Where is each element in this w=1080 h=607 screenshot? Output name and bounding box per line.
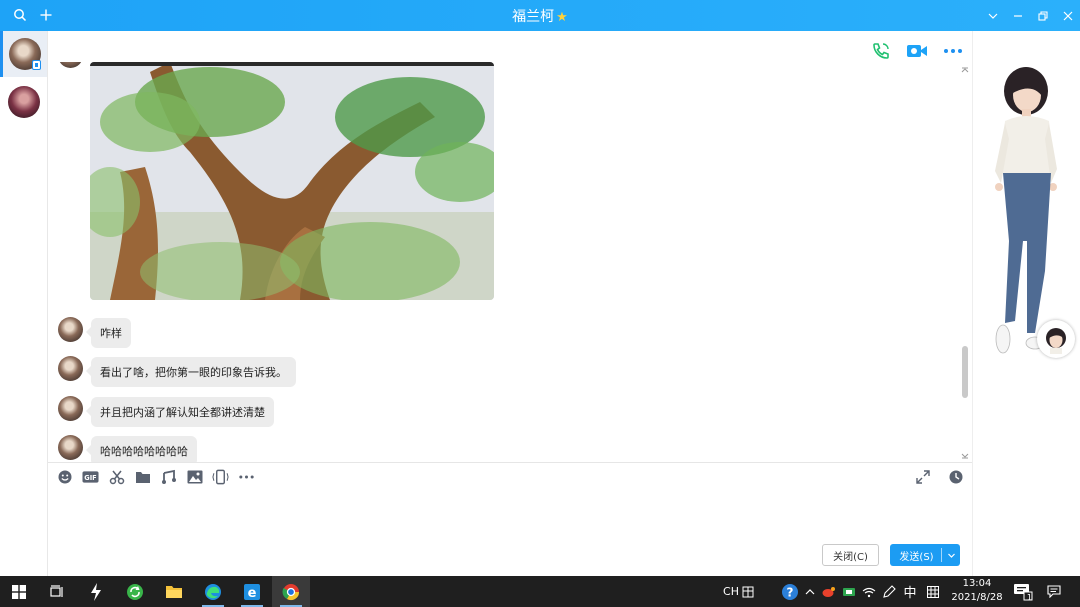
mobile-status-icon [32, 60, 41, 70]
taskbar: e CH ? 中 13:04 2021/8/28 1 [0, 576, 1080, 607]
avatar [58, 435, 83, 460]
chat-actions [870, 40, 964, 62]
message-bubble[interactable]: 看出了啥，把你第一眼的印象告诉我。 [86, 357, 296, 387]
contact-item-second[interactable] [0, 79, 47, 125]
scroll-thumb[interactable] [962, 346, 968, 398]
image-icon[interactable] [186, 469, 203, 486]
weibo-tray-icon[interactable] [820, 576, 838, 607]
video-icon[interactable] [906, 40, 928, 62]
star-icon: ★ [556, 10, 568, 25]
music-icon[interactable] [160, 469, 177, 486]
svg-text:GIF: GIF [84, 474, 96, 482]
ime-mode[interactable]: 中 [900, 576, 920, 607]
chat-notification-icon[interactable]: 1 [1010, 576, 1036, 607]
show-panel [972, 31, 1080, 576]
help-icon[interactable]: ? [779, 576, 801, 607]
title-bar: 福兰柯 ★ [0, 0, 1080, 31]
notification-count: 1 [1026, 593, 1032, 602]
message-bubble[interactable]: 并且把内涵了解认知全都讲述清楚 [86, 397, 274, 427]
scroll-down-icon[interactable] [961, 452, 969, 460]
expand-icon[interactable] [914, 468, 931, 485]
task-view-icon[interactable] [38, 576, 76, 607]
chrome-browser-icon[interactable] [272, 576, 310, 607]
close-button[interactable]: 关闭(C) [822, 544, 879, 566]
input-language[interactable]: CH [722, 576, 740, 607]
send-button-label: 发送(S) [899, 551, 934, 563]
minimize-icon[interactable] [1005, 0, 1030, 31]
image-message[interactable] [90, 62, 494, 300]
contact-item-current[interactable] [0, 31, 47, 77]
avatar [58, 396, 83, 421]
message-bubble[interactable]: 哈哈哈哈哈哈哈哈 [86, 436, 197, 462]
close-icon[interactable] [1055, 0, 1080, 31]
system-clock[interactable]: 13:04 2021/8/28 [948, 577, 1006, 605]
restore-icon[interactable] [1030, 0, 1055, 31]
bolt-app-icon[interactable] [77, 576, 115, 607]
scissors-icon[interactable] [108, 469, 125, 486]
chevron-down-icon[interactable] [942, 551, 960, 560]
gif-icon[interactable]: GIF [82, 469, 99, 486]
more-icon[interactable] [942, 40, 964, 62]
folder-icon[interactable] [134, 469, 151, 486]
shake-icon[interactable] [212, 469, 229, 486]
show-avatar-button[interactable] [1037, 320, 1075, 358]
pen-icon[interactable] [880, 576, 898, 607]
grid-icon[interactable] [924, 576, 942, 607]
history-icon[interactable] [947, 468, 964, 485]
ie-browser-icon[interactable]: e [233, 576, 271, 607]
message-scrollbar[interactable] [961, 66, 969, 460]
svg-text:e: e [248, 586, 257, 601]
composer-toolbar: GIF [56, 467, 255, 487]
action-center-icon[interactable] [1042, 576, 1066, 607]
window-controls [980, 0, 1080, 31]
avatar [7, 86, 40, 118]
avatar-figure [995, 67, 1057, 354]
emoji-icon[interactable] [56, 469, 73, 486]
composer-toolbar-right [914, 468, 964, 485]
windows-start-icon[interactable] [0, 576, 38, 607]
contact-name: 福兰柯 [512, 9, 555, 25]
chevron-down-icon[interactable] [980, 0, 1005, 31]
clock-date: 2021/8/28 [951, 592, 1003, 603]
file-explorer-icon[interactable] [155, 576, 193, 607]
svg-text:?: ? [787, 585, 794, 599]
more-icon[interactable] [238, 469, 255, 486]
message-list[interactable]: 咋样 看出了啥，把你第一眼的印象告诉我。 并且把内涵了解认知全都讲述清楚 哈哈哈… [48, 62, 972, 462]
send-button[interactable]: 发送(S) [890, 544, 960, 566]
message-input[interactable] [56, 493, 960, 539]
chevron-up-icon[interactable] [803, 576, 817, 607]
avatar [58, 317, 83, 342]
ime-icon[interactable] [740, 576, 756, 607]
scroll-up-icon[interactable] [961, 66, 969, 74]
message-bubble[interactable]: 咋样 [86, 318, 131, 348]
clock-time: 13:04 [962, 578, 992, 589]
edge-browser-icon[interactable] [194, 576, 232, 607]
contact-rail [0, 31, 48, 576]
message-row: 并且把内涵了解认知全都讲述清楚 [58, 396, 274, 427]
message-row: 哈哈哈哈哈哈哈哈 [58, 435, 197, 462]
divider [48, 462, 972, 463]
message-row: 看出了啥，把你第一眼的印象告诉我。 [58, 356, 296, 387]
wifi-icon[interactable] [860, 576, 878, 607]
phone-icon[interactable] [870, 40, 892, 62]
message-row: 咋样 [58, 317, 131, 348]
avatar [58, 356, 83, 381]
window-title: 福兰柯 ★ [0, 6, 1080, 26]
network-tray-icon[interactable] [840, 576, 858, 607]
avatar [58, 62, 83, 68]
refresh-app-icon[interactable] [116, 576, 154, 607]
